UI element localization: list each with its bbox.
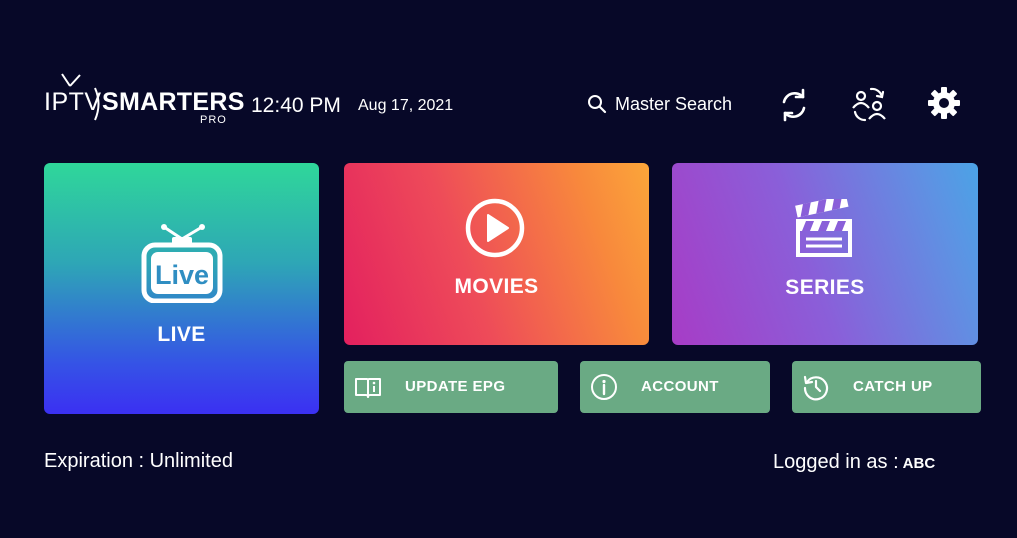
series-tile-label: SERIES [785, 276, 865, 299]
live-badge-text: Live [155, 260, 209, 290]
switch-user-icon [852, 87, 886, 122]
history-icon [803, 375, 829, 401]
app-logo: IPTV SMARTERS PRO [44, 72, 244, 128]
username: ABC [902, 455, 936, 472]
live-tile-label: LIVE [157, 323, 206, 346]
info-icon [591, 374, 617, 400]
settings-button[interactable] [926, 85, 962, 121]
clock-time: 12:40 PM [251, 94, 341, 117]
switch-user-button[interactable] [849, 84, 889, 124]
live-tile[interactable]: Live LIVE [44, 163, 319, 414]
account-label: ACCOUNT [641, 378, 719, 395]
logged-in-status: Logged in as : ABC [773, 451, 935, 474]
refresh-icon [782, 88, 806, 122]
logged-in-label: Logged in as : [773, 451, 899, 473]
master-search-label: Master Search [615, 93, 733, 114]
play-icon [465, 198, 525, 258]
expiration-status: Expiration : Unlimited [44, 450, 233, 472]
clapperboard-icon [795, 199, 852, 257]
series-tile[interactable]: SERIES [672, 163, 978, 345]
refresh-button[interactable] [776, 87, 812, 123]
catch-up-label: CATCH UP [853, 378, 933, 395]
update-epg-button[interactable]: UPDATE EPG [344, 361, 558, 413]
logo-smarters-text: SMARTERS [102, 88, 245, 116]
book-icon [355, 378, 381, 398]
movies-tile-label: MOVIES [454, 275, 539, 298]
logo-pro-text: PRO [200, 114, 227, 126]
catch-up-button[interactable]: CATCH UP [792, 361, 981, 413]
movies-tile[interactable]: MOVIES [344, 163, 649, 345]
account-button[interactable]: ACCOUNT [580, 361, 770, 413]
master-search-button[interactable]: Master Search [587, 91, 732, 117]
search-icon [588, 95, 607, 114]
update-epg-label: UPDATE EPG [405, 378, 506, 395]
clock-date: Aug 17, 2021 [358, 97, 454, 114]
gear-icon [928, 87, 960, 119]
tv-icon: Live [141, 224, 223, 303]
